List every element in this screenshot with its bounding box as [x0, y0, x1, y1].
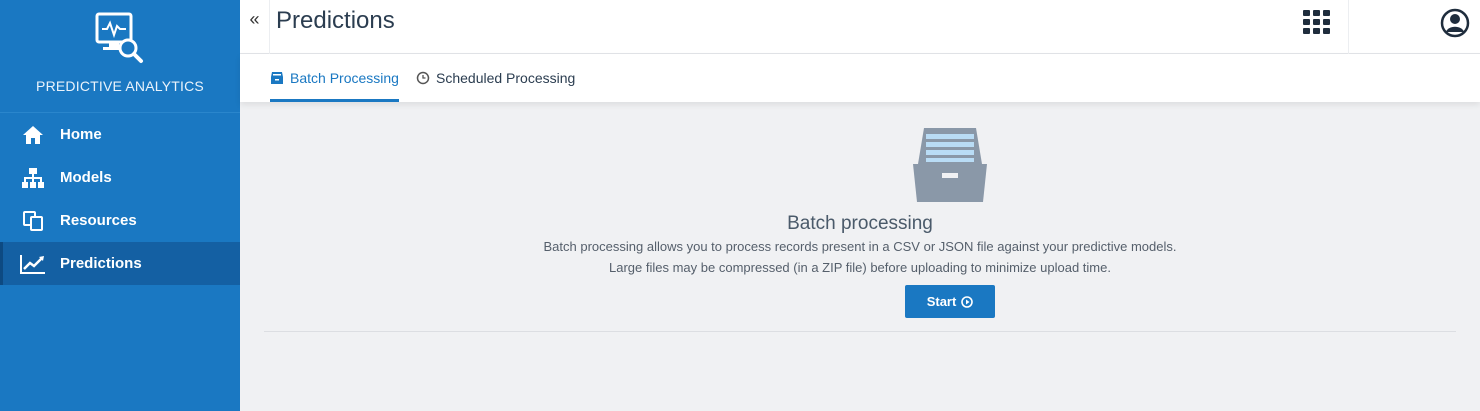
- tab-bar: Batch Processing Scheduled Processing: [240, 54, 1480, 102]
- tab-batch-processing[interactable]: Batch Processing: [270, 54, 399, 102]
- header-divider: [1348, 0, 1349, 54]
- empty-state-title: Batch processing: [787, 213, 933, 234]
- description-line: Large files may be compressed (in a ZIP …: [609, 260, 1111, 275]
- copy-icon: [20, 210, 46, 232]
- clock-icon: [416, 71, 430, 85]
- sidebar-item-resources[interactable]: Resources: [0, 199, 240, 242]
- empty-state-description: Batch processing allows you to process r…: [264, 236, 1456, 278]
- file-cabinet-icon: [913, 128, 987, 202]
- main-area: « Predictions Batch Processing Scheduled…: [240, 0, 1480, 411]
- top-bar: « Predictions: [240, 0, 1480, 54]
- brand-name: PREDICTIVE ANALYTICS: [36, 78, 204, 94]
- page-title: Predictions: [276, 7, 395, 34]
- description-line: Batch processing allows you to process r…: [543, 239, 1177, 254]
- home-icon: [20, 124, 46, 146]
- line-chart-icon: [20, 253, 46, 275]
- tab-label: Batch Processing: [290, 70, 399, 86]
- inbox-icon: [271, 72, 283, 84]
- start-button[interactable]: Start: [905, 285, 995, 318]
- sidebar-item-label: Home: [60, 126, 102, 143]
- tab-label: Scheduled Processing: [436, 70, 576, 86]
- play-circle-icon: [961, 295, 974, 308]
- start-button-label: Start: [926, 294, 957, 309]
- sidebar-item-label: Resources: [60, 212, 137, 229]
- sidebar-item-models[interactable]: Models: [0, 156, 240, 199]
- tab-scheduled-processing[interactable]: Scheduled Processing: [416, 54, 575, 102]
- sidebar-item-home[interactable]: Home: [0, 113, 240, 156]
- sidebar-nav: Home Models Resources Predictions: [0, 112, 240, 285]
- collapse-sidebar-button[interactable]: «: [240, 0, 270, 54]
- apps-grid-icon[interactable]: [1302, 10, 1332, 34]
- sidebar-item-label: Models: [60, 169, 112, 186]
- sidebar: PREDICTIVE ANALYTICS Home Models Resourc…: [0, 0, 240, 411]
- sitemap-icon: [20, 167, 46, 189]
- batch-empty-state: Batch processing Batch processing allows…: [264, 110, 1456, 332]
- sidebar-item-label: Predictions: [60, 255, 142, 272]
- sidebar-item-predictions[interactable]: Predictions: [0, 242, 240, 285]
- brand: PREDICTIVE ANALYTICS: [0, 0, 240, 112]
- analytics-monitor-icon: [95, 12, 143, 63]
- user-account-icon[interactable]: [1440, 8, 1470, 38]
